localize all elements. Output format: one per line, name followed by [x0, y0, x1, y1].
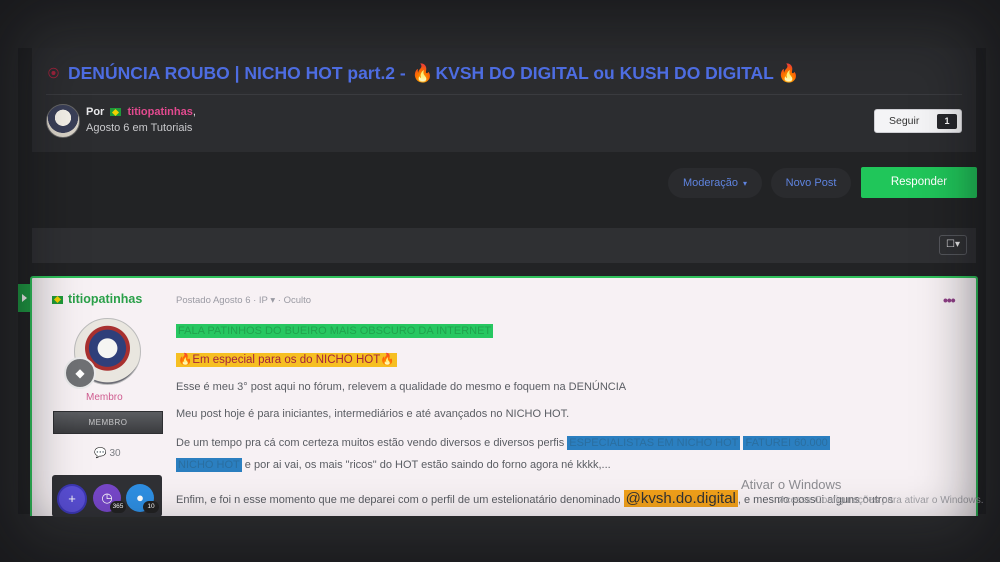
follow-count: 1	[937, 114, 957, 129]
thread-title-prefix: DENÚNCIA ROUBO | NICHO HOT part.2 -	[68, 62, 406, 83]
reply-button[interactable]: Responder	[861, 167, 977, 198]
follow-button[interactable]: Seguir 1	[874, 109, 962, 133]
rank-badge-icon: ◆	[64, 357, 96, 389]
brazil-flag-icon	[52, 295, 63, 304]
avatar[interactable]	[46, 104, 80, 138]
more-options-icon[interactable]: •••	[943, 292, 956, 308]
thread-title: ⦿ DENÚNCIA ROUBO | NICHO HOT part.2 - 🔥 …	[48, 60, 948, 86]
highlighted-text: NICHO HOT	[176, 458, 242, 472]
member-title: Membro	[86, 392, 123, 403]
thread-date-category[interactable]: Agosto 6 em Tutoriais	[86, 122, 192, 134]
follow-label: Seguir	[889, 115, 920, 127]
screen: ⦿ DENÚNCIA ROUBO | NICHO HOT part.2 - 🔥 …	[0, 0, 1000, 562]
post-author[interactable]: titiopatinhas	[52, 292, 142, 306]
post-line: Esse é meu 3° post aqui no fórum, releve…	[176, 381, 627, 393]
by-label: Por	[86, 106, 105, 118]
eye-slash-icon: ⦿	[48, 68, 59, 80]
highlighted-text: 🔥Em especial para os do NICHO HOT🔥	[176, 353, 397, 367]
windows-activation-title: Ativar o Windows	[741, 477, 842, 492]
post-author-name: titiopatinhas	[68, 292, 143, 306]
brazil-flag-icon	[110, 108, 122, 117]
comment-icon: 💬	[94, 448, 107, 459]
filter-bar	[32, 228, 976, 263]
plus-badge-icon[interactable]: +	[57, 484, 87, 514]
new-post-button[interactable]: Novo Post	[771, 168, 851, 198]
group-badge: MEMBRO	[53, 411, 163, 434]
author-link[interactable]: titiopatinhas	[127, 106, 192, 118]
select-posts-toggle[interactable]: ☐▾	[939, 235, 967, 255]
highlighted-text: ESPECIALISTAS EM NICHO HOT	[567, 436, 741, 450]
caret-down-icon: ▾	[743, 179, 748, 188]
fire-icon: 🔥	[777, 62, 800, 83]
post-line: 🔥Em especial para os do NICHO HOT🔥	[176, 352, 397, 367]
badge-count: 10	[143, 501, 159, 513]
post-indicator-tab[interactable]	[18, 284, 30, 312]
post-line: NICHO HOT e por ai vai, os mais "ricos" …	[176, 458, 611, 472]
windows-activation-subtitle: Acesse Configurações para ativar o Windo…	[779, 495, 984, 506]
author-suffix: ,	[192, 106, 196, 118]
post-line: Meu post hoje é para iniciantes, interme…	[176, 408, 570, 420]
divider	[46, 94, 962, 95]
thread-title-main: KVSH DO DIGITAL ou KUSH DO DIGITAL	[435, 62, 774, 83]
highlighted-text: FALA PATINHOS DO BUEIRO MAIS OBSCURO DA …	[176, 324, 494, 338]
post-line: De um tempo pra cá com certeza muitos es…	[176, 436, 830, 450]
post-line: FALA PATINHOS DO BUEIRO MAIS OBSCURO DA …	[176, 324, 494, 338]
moderation-label: Moderação	[682, 177, 738, 189]
fire-icon: 🔥	[411, 62, 434, 83]
byline: Por titiopatinhas,	[86, 106, 196, 118]
post-count: 💬 30	[94, 448, 121, 459]
moderation-button[interactable]: Moderação ▾	[668, 168, 762, 198]
highlighted-text: FATUREI 60.000	[743, 436, 830, 450]
post-text: De um tempo pra cá com certeza muitos es…	[176, 437, 565, 449]
post-text: e por ai vai, os mais "ricos" do HOT est…	[244, 459, 611, 471]
mention-link[interactable]: @kvsh.do.digital	[623, 490, 738, 507]
post-text: Enfim, e foi n esse momento que me depar…	[176, 494, 621, 506]
post-meta[interactable]: Postado Agosto 6 · IP ▾ · Oculto	[176, 295, 311, 306]
post-count-value: 30	[109, 448, 121, 459]
badge-count: 365	[110, 501, 126, 513]
